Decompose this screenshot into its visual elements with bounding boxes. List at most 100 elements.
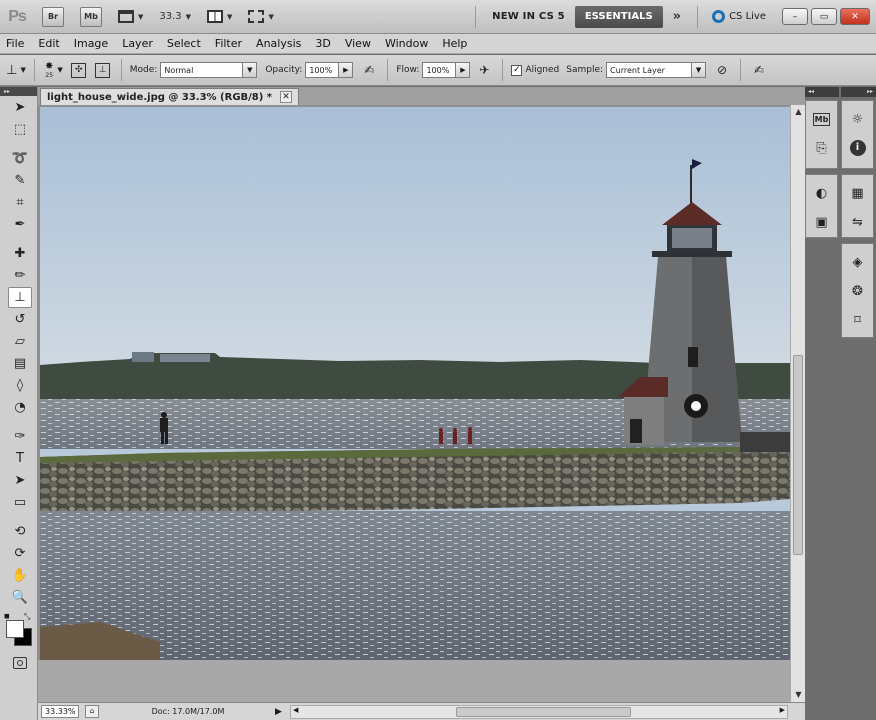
scroll-left-icon[interactable]: ◀ (293, 706, 298, 714)
sample-select[interactable]: Current Layer ▼ (606, 62, 707, 78)
dodge-tool-button[interactable]: ◔ (8, 397, 32, 418)
menu-image[interactable]: Image (74, 37, 108, 50)
info-panel-button[interactable]: i (847, 137, 869, 159)
cs-live-icon (712, 10, 726, 23)
history-brush-tool-button[interactable]: ↺ (8, 309, 32, 330)
chevron-down-icon: ▼ (268, 12, 274, 21)
pen-tool-button[interactable]: ✑ (8, 426, 32, 447)
close-button[interactable]: ✕ (840, 8, 870, 25)
swatches-icon: ▣ (815, 214, 828, 230)
path-select-tool-button[interactable]: ➤ (8, 470, 32, 491)
horizontal-scroll-thumb[interactable] (456, 707, 631, 717)
zoom-tool-button[interactable]: 🔍 (8, 587, 32, 608)
panel-grip[interactable]: ▸▸ (0, 87, 37, 96)
chevron-right-icon: ▶ (456, 62, 471, 78)
scroll-down-icon[interactable]: ▼ (791, 688, 806, 702)
crop-tool-button[interactable]: ⌗ (8, 192, 32, 213)
document-tab[interactable]: light_house_wide.jpg @ 33.3% (RGB/8) * ✕ (40, 88, 300, 105)
history-panel-button[interactable]: ⎘ (811, 137, 833, 159)
toggle-clone-source-panel-button[interactable]: ⊥ (93, 60, 113, 80)
clone-stamp-tool-button[interactable]: ⊥ (8, 287, 32, 308)
masks-panel-button[interactable]: ⇋ (847, 211, 869, 233)
workspace-essentials-button[interactable]: ESSENTIALS (574, 5, 663, 28)
vertical-scroll-thumb[interactable] (793, 355, 803, 555)
default-colors-icon[interactable]: ◼ (4, 612, 10, 620)
document-status-icon[interactable]: ⌂ (85, 705, 99, 718)
status-menu-arrow[interactable]: ▶ (275, 707, 282, 717)
styles-panel-button[interactable]: ▦ (847, 182, 869, 204)
spot-healing-tool-button[interactable]: ✚ (8, 243, 32, 264)
toggle-brush-panel-button[interactable]: ✣ (69, 60, 89, 80)
brush-tool-button[interactable]: ✏ (8, 265, 32, 286)
restore-button[interactable]: ▭ (811, 8, 837, 25)
move-tool-button[interactable]: ➤ (8, 97, 32, 118)
hand-tool-button[interactable]: ✋ (8, 565, 32, 586)
eyedropper-tool-button[interactable]: ✒ (8, 214, 32, 235)
layers-panel-button[interactable]: ◈ (847, 251, 869, 273)
tablet-pressure-size-button[interactable]: ✍ (749, 60, 769, 80)
airbrush-button[interactable]: ✈ (474, 60, 494, 80)
scroll-right-icon[interactable]: ▶ (780, 706, 785, 714)
tool-preset-picker[interactable]: ⊥ ▼ (6, 60, 26, 80)
menu-layer[interactable]: Layer (122, 37, 153, 50)
flow-field[interactable]: 100% ▶ (422, 62, 471, 78)
minimize-button[interactable]: – (782, 8, 808, 25)
panel-dock-grip[interactable]: ◂◂ (805, 87, 839, 97)
menu-window[interactable]: Window (385, 37, 428, 50)
quick-mask-button[interactable] (8, 652, 32, 673)
arrange-documents-dropdown[interactable]: ▼ (207, 10, 232, 23)
panel-dock-grip[interactable]: ▸▸ (841, 87, 876, 97)
menu-view[interactable]: View (345, 37, 371, 50)
screen-mode-dropdown[interactable]: ▼ (248, 10, 274, 23)
swap-colors-icon[interactable]: ⤡ (24, 612, 30, 622)
minibridge-panel-button[interactable]: Mb (811, 108, 833, 130)
blur-tool-button[interactable]: ◊ (8, 375, 32, 396)
swatches-panel-button[interactable]: ▣ (811, 211, 833, 233)
paths-panel-button[interactable]: ⌑ (847, 309, 869, 331)
menu-file[interactable]: File (6, 37, 24, 50)
vertical-scrollbar[interactable]: ▲ ▼ (790, 105, 805, 702)
chevron-down-icon: ▼ (20, 66, 26, 74)
menu-3d[interactable]: 3D (315, 37, 330, 50)
zoom-field[interactable]: 33.33% (41, 705, 79, 718)
zoom-level-dropdown[interactable]: 33.3 ▼ (159, 11, 191, 22)
eraser-tool-button[interactable]: ▱ (8, 331, 32, 352)
color-panel-button[interactable]: ◐ (811, 182, 833, 204)
channels-panel-button[interactable]: ❂ (847, 280, 869, 302)
tool-group-gap (0, 141, 37, 147)
mode-select[interactable]: Normal ▼ (160, 62, 258, 78)
workspace-new-in-cs5-button[interactable]: NEW IN CS 5 (492, 11, 565, 22)
menu-edit[interactable]: Edit (38, 37, 59, 50)
close-document-icon[interactable]: ✕ (280, 91, 293, 103)
menu-help[interactable]: Help (442, 37, 467, 50)
tablet-pressure-opacity-button[interactable]: ✍ (359, 60, 379, 80)
image-canvas[interactable] (40, 107, 790, 660)
3d-rotate-tool-button[interactable]: ⟲ (8, 521, 32, 542)
shape-tool-button[interactable]: ▭ (8, 492, 32, 513)
quick-select-tool-button[interactable]: ✎ (8, 170, 32, 191)
3d-orbit-tool-button[interactable]: ⟳ (8, 543, 32, 564)
menu-filter[interactable]: Filter (215, 37, 242, 50)
menu-analysis[interactable]: Analysis (256, 37, 301, 50)
marquee-tool-button[interactable]: ⬚ (8, 119, 32, 140)
type-tool-button[interactable]: T (8, 448, 32, 469)
horizontal-scrollbar[interactable]: ◀ ▶ (290, 705, 788, 719)
zoom-tool-icon: 🔍 (11, 590, 29, 605)
foreground-color-swatch[interactable] (6, 620, 24, 638)
chevron-down-icon[interactable]: ▼ (57, 66, 62, 74)
brush-preset-picker[interactable]: ✸ 25 (45, 61, 53, 79)
menu-select[interactable]: Select (167, 37, 201, 50)
launch-bridge-button[interactable]: Br (42, 6, 64, 27)
more-workspaces-button[interactable]: » (673, 9, 681, 24)
view-extras-dropdown[interactable]: ▼ (118, 10, 143, 23)
gradient-tool-button[interactable]: ▤ (8, 353, 32, 374)
opacity-field[interactable]: 100% ▶ (305, 62, 354, 78)
cs-live-button[interactable]: CS Live (712, 10, 766, 23)
launch-mini-bridge-button[interactable]: Mb (80, 6, 102, 27)
aligned-checkbox[interactable]: ✓ Aligned (511, 64, 562, 76)
lasso-tool-button[interactable]: ➰ (8, 148, 32, 169)
adjustments-panel-button[interactable]: ☼ (847, 108, 869, 130)
scroll-up-icon[interactable]: ▲ (791, 105, 806, 119)
ignore-adjustment-layers-button[interactable]: ⊘ (712, 60, 732, 80)
gradient-tool-icon: ▤ (13, 356, 27, 371)
